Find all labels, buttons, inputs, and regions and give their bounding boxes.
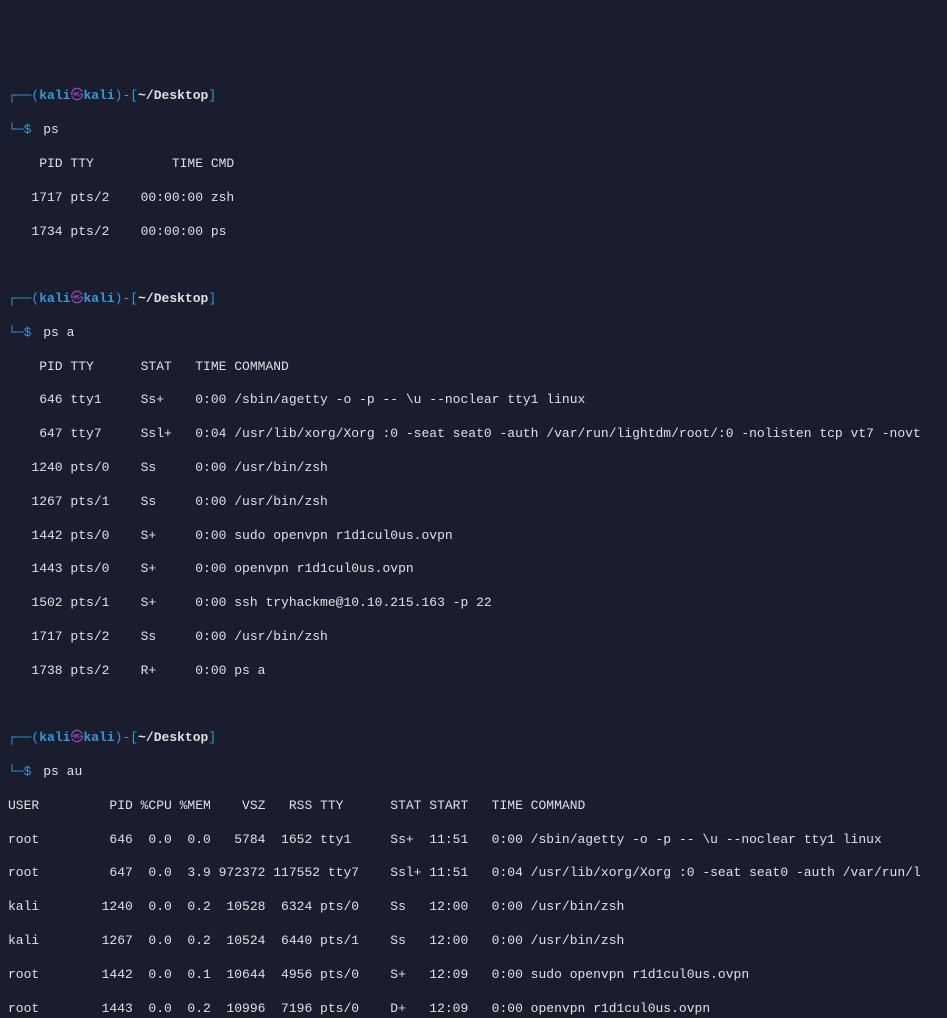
blank-line [8,697,939,714]
prompt-2-line2: └─$ ps a [8,325,939,342]
ps-row: root 1443 0.0 0.2 10996 7196 pts/0 D+ 12… [8,1001,939,1018]
ps-row: root 647 0.0 3.9 972372 117552 tty7 Ssl+… [8,865,939,882]
ps-row: 1717 pts/2 00:00:00 zsh [8,190,939,207]
ps-header-2: PID TTY STAT TIME COMMAND [8,359,939,376]
ps-row: kali 1240 0.0 0.2 10528 6324 pts/0 Ss 12… [8,899,939,916]
ps-row: 1240 pts/0 Ss 0:00 /usr/bin/zsh [8,460,939,477]
ps-row: 1442 pts/0 S+ 0:00 sudo openvpn r1d1cul0… [8,528,939,545]
ps-row: 1267 pts/1 Ss 0:00 /usr/bin/zsh [8,494,939,511]
ps-header-3: USER PID %CPU %MEM VSZ RSS TTY STAT STAR… [8,798,939,815]
command-3: ps au [43,764,82,779]
ps-row: kali 1267 0.0 0.2 10524 6440 pts/1 Ss 12… [8,933,939,950]
command-2: ps a [43,325,74,340]
prompt-1-line2: └─$ ps [8,122,939,139]
ps-row: 1734 pts/2 00:00:00 ps [8,224,939,241]
ps-row: root 646 0.0 0.0 5784 1652 tty1 Ss+ 11:5… [8,832,939,849]
prompt-3-line2: └─$ ps au [8,764,939,781]
ps-row: 1502 pts/1 S+ 0:00 ssh tryhackme@10.10.2… [8,595,939,612]
blank-line [8,257,939,274]
ps-row: 647 tty7 Ssl+ 0:04 /usr/lib/xorg/Xorg :0… [8,426,939,443]
ps-row: root 1442 0.0 0.1 10644 4956 pts/0 S+ 12… [8,967,939,984]
prompt-2-line1: ┌──(kali㉿kali)-[~/Desktop] [8,291,939,308]
ps-header-1: PID TTY TIME CMD [8,156,939,173]
prompt-3-line1: ┌──(kali㉿kali)-[~/Desktop] [8,730,939,747]
ps-row: 646 tty1 Ss+ 0:00 /sbin/agetty -o -p -- … [8,392,939,409]
ps-row: 1443 pts/0 S+ 0:00 openvpn r1d1cul0us.ov… [8,561,939,578]
terminal-content[interactable]: ┌──(kali㉿kali)-[~/Desktop] └─$ ps PID TT… [8,72,939,1018]
ps-row: 1738 pts/2 R+ 0:00 ps a [8,663,939,680]
ps-row: 1717 pts/2 Ss 0:00 /usr/bin/zsh [8,629,939,646]
command-1: ps [43,122,59,137]
prompt-1-line1: ┌──(kali㉿kali)-[~/Desktop] [8,88,939,105]
